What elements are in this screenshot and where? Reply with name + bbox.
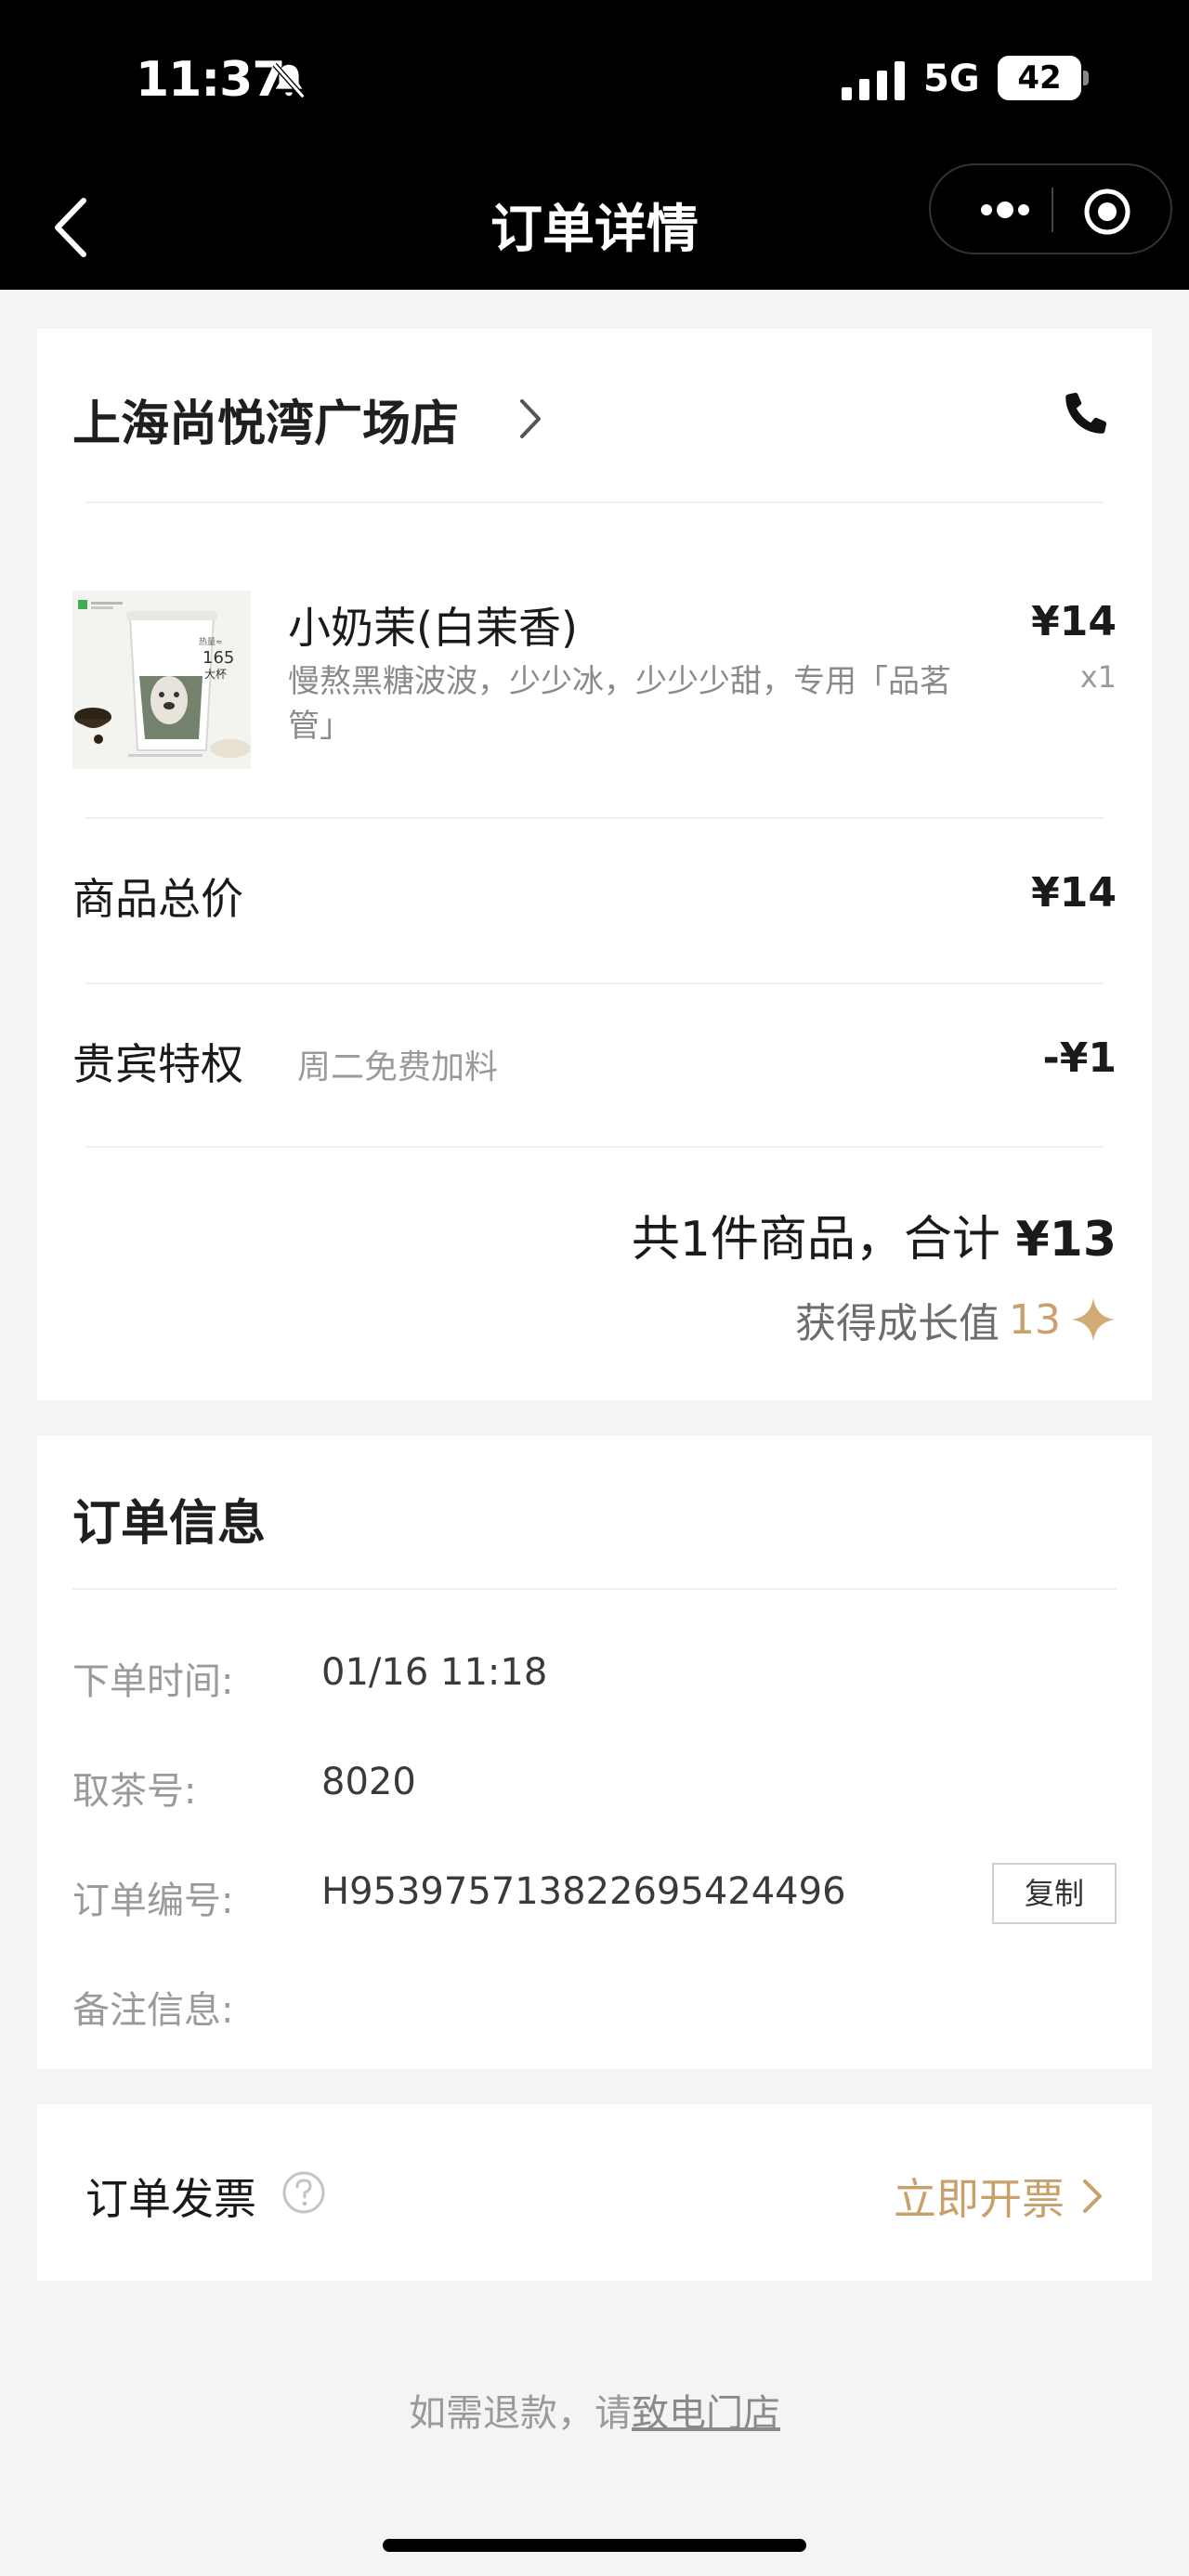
divider: [85, 982, 1104, 984]
invoice-label: 订单发票: [85, 2174, 256, 2224]
divider: [85, 817, 1104, 819]
order-info-title: 订单信息: [72, 1496, 267, 1552]
mini-program-capsule: [929, 163, 1172, 254]
invoice-card: 订单发票 立即开票: [37, 2104, 1152, 2281]
growth-value: 13: [1009, 1295, 1061, 1344]
order-total: 共1件商品，合计 ¥13: [632, 1200, 1117, 1269]
growth-points-row: 获得成长值 13: [795, 1287, 1117, 1352]
order-time-label: 下单时间:: [72, 1660, 234, 1703]
refund-prefix: 如需退款，请: [409, 2392, 632, 2435]
item-name: 小奶茉(白茉香): [288, 603, 578, 653]
issue-invoice-label[interactable]: 立即开票: [894, 2166, 1065, 2227]
question-circle-icon[interactable]: [281, 2169, 327, 2216]
subtotal-row: 商品总价 ¥14: [72, 856, 1117, 930]
divider: [72, 1588, 1117, 1590]
store-row[interactable]: 上海尚悦湾广场店: [72, 379, 1117, 453]
store-name[interactable]: 上海尚悦湾广场店: [72, 384, 459, 454]
subtotal-label: 商品总价: [72, 874, 243, 924]
item-spec: 慢熬黑糖波波，少少冰，少少少甜，专用「品茗管」: [288, 663, 951, 745]
battery-icon: 42: [998, 56, 1081, 100]
divider: [85, 1146, 1104, 1148]
battery-level: 42: [1017, 59, 1062, 97]
nav-bar: 订单详情: [0, 163, 1189, 290]
remark-row: 备注信息:: [72, 1972, 1117, 2037]
phone-icon[interactable]: [1059, 386, 1113, 440]
call-store-link[interactable]: 致电门店: [632, 2392, 780, 2435]
home-indicator: [383, 2539, 806, 2552]
order-time-row: 下单时间: 01/16 11:18: [72, 1644, 1117, 1709]
item-price: ¥14: [1031, 598, 1117, 645]
signal-icon: [842, 61, 905, 100]
network-type: 5G: [923, 58, 980, 100]
remark-label: 备注信息:: [72, 1989, 234, 2032]
order-number-row: 订单编号: H953975713822695424496 复制: [72, 1863, 1117, 1928]
pickup-number-label: 取茶号:: [72, 1770, 197, 1813]
order-item: 热量≈ 165 大杯 小奶茉(白茉香) 慢熬黑糖波波，少少冰，少少少甜，专用「品…: [72, 591, 1117, 776]
cup-volume: 165: [203, 648, 234, 668]
status-bar: 11:37 5G 42: [0, 0, 1189, 163]
privilege-desc: 周二免费加料: [297, 1048, 499, 1086]
more-dots-icon[interactable]: [959, 182, 1052, 238]
order-info-card: 订单信息 下单时间: 01/16 11:18 取茶号: 8020 订单编号: H…: [37, 1436, 1152, 2069]
pickup-number-row: 取茶号: 8020: [72, 1753, 1117, 1818]
status-time: 11:37: [136, 52, 286, 108]
chevron-right-icon: [1083, 2179, 1102, 2213]
order-time-value: 01/16 11:18: [321, 1651, 548, 1694]
product-image: 热量≈ 165 大杯: [72, 591, 251, 769]
order-number-label: 订单编号:: [72, 1880, 234, 1922]
cup-size: 大杯: [204, 668, 227, 681]
cup-text: 热量≈: [199, 636, 223, 647]
item-quantity: x1: [1079, 659, 1117, 695]
privilege-row: 贵宾特权 周二免费加料 -¥1: [72, 1021, 1117, 1096]
target-icon[interactable]: [1079, 184, 1135, 240]
total-prefix: 共1件商品，合计: [631, 1212, 1016, 1268]
copy-button[interactable]: 复制: [992, 1863, 1117, 1924]
battery-cap: [1083, 71, 1089, 85]
bell-slash-icon: [272, 62, 306, 99]
pickup-number-value: 8020: [321, 1761, 416, 1803]
chevron-right-icon[interactable]: [516, 396, 544, 442]
privilege-label: 贵宾特权: [72, 1039, 243, 1089]
growth-label: 获得成长值: [795, 1300, 1000, 1347]
issue-invoice-link[interactable]: 立即开票: [894, 2164, 1104, 2229]
subtotal-value: ¥14: [1031, 869, 1117, 917]
order-summary-card: 上海尚悦湾广场店 热量≈ 165 大杯 小奶茉(白茉香) 慢熬黑糖波波，少少冰，…: [37, 329, 1152, 1400]
milk-tea-cup-illustration: 热量≈ 165 大杯: [72, 591, 251, 769]
divider: [85, 501, 1104, 503]
capsule-divider: [1052, 188, 1053, 232]
sparkle-icon: [1072, 1298, 1115, 1341]
order-number-value: H953975713822695424496: [321, 1870, 846, 1913]
app-header: 11:37 5G 42 订单详情: [0, 0, 1189, 290]
refund-note: 如需退款，请致电门店: [0, 2383, 1189, 2437]
privilege-value: -¥1: [1042, 1034, 1117, 1082]
total-amount: ¥13: [1015, 1212, 1117, 1268]
